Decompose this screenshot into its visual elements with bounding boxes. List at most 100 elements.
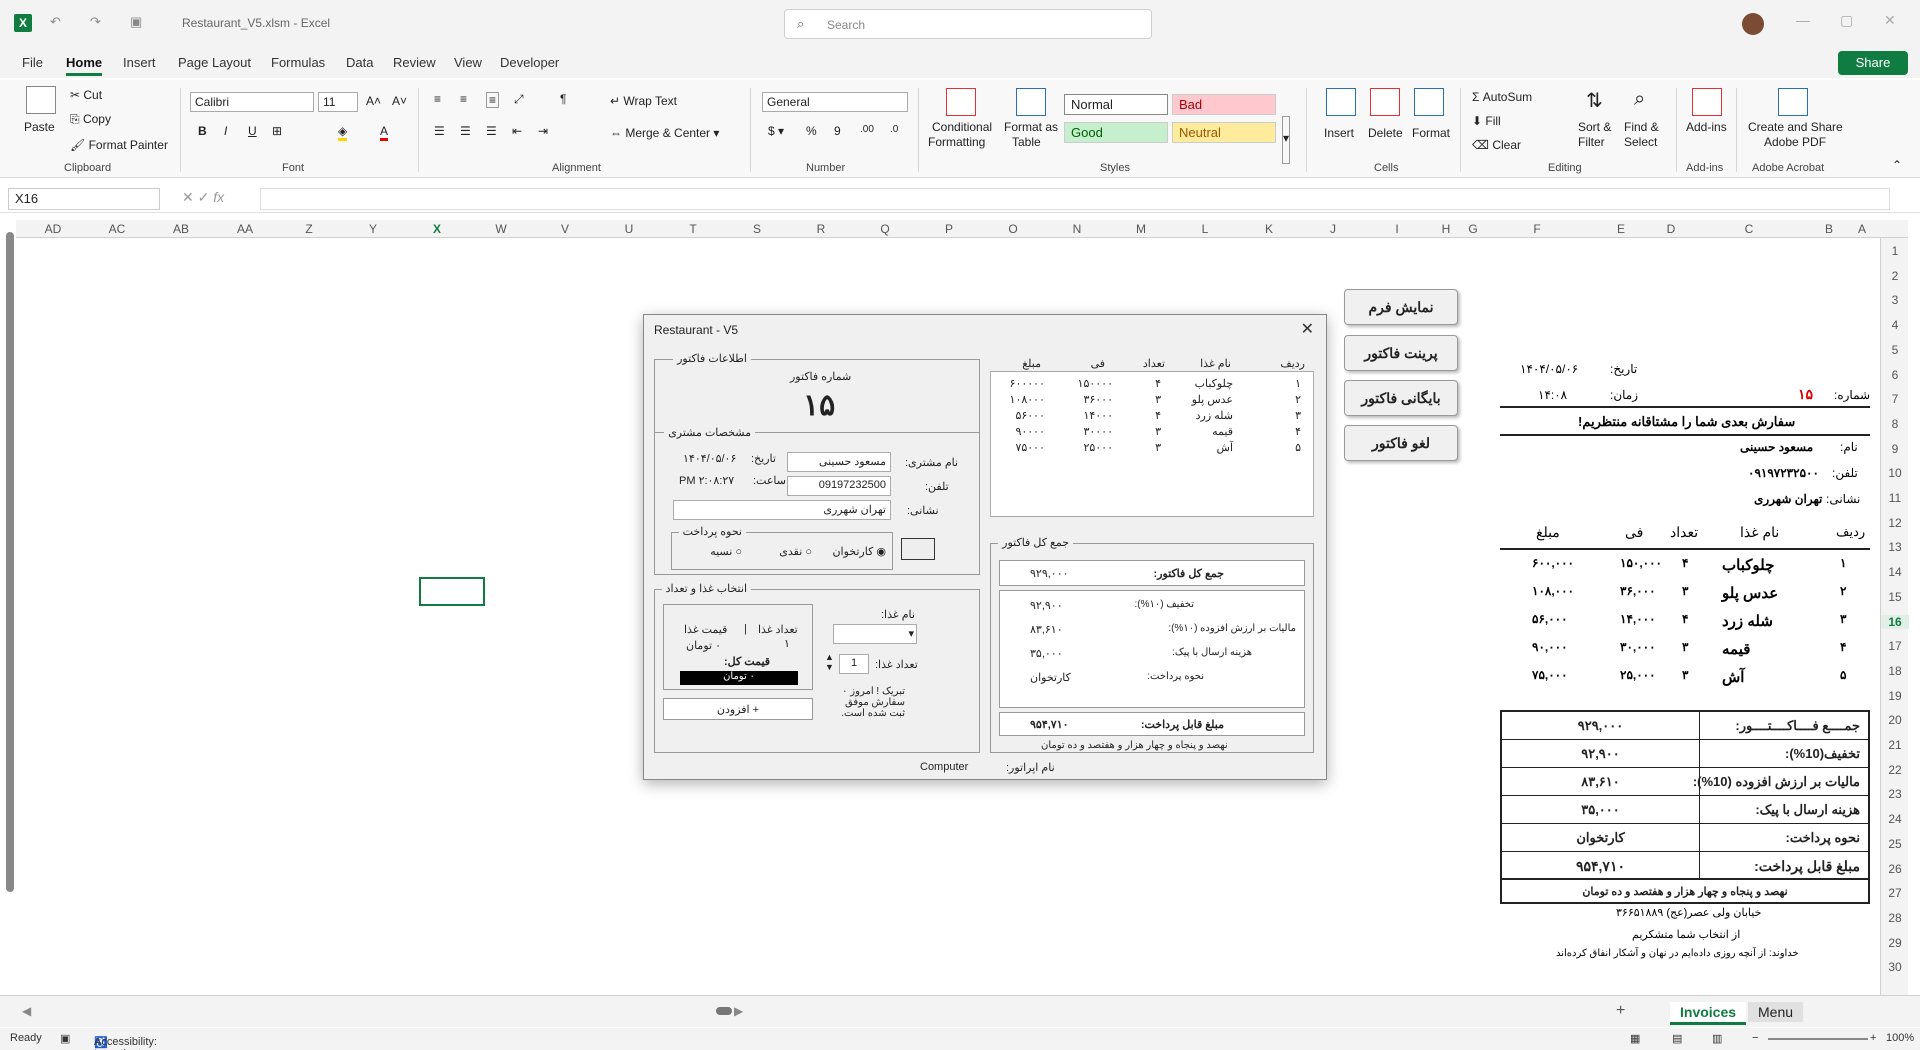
column-header-q[interactable]: Q [865, 222, 905, 236]
add-ins-button[interactable]: Add-ins [1686, 120, 1727, 134]
column-header-d[interactable]: D [1651, 222, 1691, 236]
column-header-m[interactable]: M [1121, 222, 1161, 236]
normal-view-icon[interactable]: ▦ [1630, 1032, 1640, 1045]
page-layout-view-icon[interactable]: ▤ [1672, 1032, 1682, 1045]
insert-cells-button[interactable]: Insert [1324, 126, 1354, 140]
style-neutral[interactable]: Neutral [1172, 122, 1276, 143]
find-select-label-2[interactable]: Select [1624, 135, 1657, 149]
selected-cell[interactable] [419, 577, 485, 606]
column-header-y[interactable]: Y [353, 222, 393, 236]
column-header-u[interactable]: U [609, 222, 649, 236]
align-bottom-icon[interactable]: ≡ [486, 92, 500, 108]
increase-font-icon[interactable]: A˄ [366, 94, 381, 108]
macro-record-icon[interactable]: ▣ [60, 1032, 70, 1045]
align-center-icon[interactable]: ☰ [460, 124, 471, 138]
percent-icon[interactable]: % [806, 124, 817, 138]
comma-icon[interactable]: 9 [834, 124, 841, 138]
column-header-p[interactable]: P [929, 222, 969, 236]
column-header-g[interactable]: G [1453, 222, 1493, 236]
cancel-invoice-button[interactable]: لغو فاکتور [1344, 425, 1458, 461]
share-button[interactable]: Share [1838, 51, 1908, 75]
maximize-icon[interactable]: ▢ [1840, 12, 1853, 29]
column-header-s[interactable]: S [737, 222, 777, 236]
column-header-l[interactable]: L [1185, 222, 1225, 236]
find-select-label-1[interactable]: Find & [1624, 120, 1659, 134]
borders-icon[interactable]: ⊞ [272, 124, 282, 138]
minimize-icon[interactable]: — [1796, 12, 1810, 28]
column-header-w[interactable]: W [481, 222, 521, 236]
column-header-o[interactable]: O [993, 222, 1033, 236]
row-header-18[interactable]: 18 [1881, 664, 1909, 678]
adobe-pdf-label-1[interactable]: Create and Share [1748, 120, 1843, 134]
sort-filter-label-1[interactable]: Sort & [1578, 120, 1611, 134]
column-header-ab[interactable]: AB [161, 222, 201, 236]
tab-page-layout[interactable]: Page Layout [178, 55, 251, 70]
zoom-in-icon[interactable]: + [1870, 1032, 1876, 1044]
tab-view[interactable]: View [454, 55, 482, 70]
conditional-formatting-label-1[interactable]: Conditional [932, 120, 992, 134]
row-header-21[interactable]: 21 [1881, 738, 1909, 752]
sheet-tab-menu[interactable]: Menu [1748, 1002, 1804, 1022]
column-header-z[interactable]: Z [289, 222, 329, 236]
collapse-ribbon-icon[interactable]: ⌃ [1892, 158, 1902, 172]
zoom-out-icon[interactable]: − [1752, 1032, 1758, 1044]
close-icon[interactable]: ✕ [1301, 319, 1314, 339]
clear-button[interactable]: ⌫ Clear [1472, 138, 1521, 152]
column-header-x[interactable]: X [417, 222, 457, 236]
row-header-1[interactable]: 1 [1881, 244, 1909, 258]
bold-icon[interactable]: B [198, 124, 207, 138]
column-header-a[interactable]: A [1842, 222, 1882, 236]
column-header-n[interactable]: N [1057, 222, 1097, 236]
add-sheet-icon[interactable]: + [1616, 1002, 1625, 1020]
currency-icon[interactable]: $ ▾ [768, 124, 784, 138]
row-header-27[interactable]: 27 [1881, 886, 1909, 900]
print-invoice-button[interactable]: پرینت فاکتور [1344, 335, 1458, 371]
text-direction-icon[interactable]: ¶ [560, 92, 566, 106]
scroll-left-icon[interactable]: ◀ [22, 1004, 31, 1018]
add-ins-icon[interactable] [1692, 88, 1722, 116]
align-left-icon[interactable]: ☰ [434, 124, 445, 138]
align-middle-icon[interactable]: ≡ [460, 92, 467, 106]
fill-color-icon[interactable]: ◈ [338, 124, 348, 141]
conditional-formatting-label-2[interactable]: Formatting [928, 135, 985, 149]
tab-review[interactable]: Review [393, 55, 436, 70]
column-header-e[interactable]: E [1601, 222, 1641, 236]
row-header-4[interactable]: 4 [1881, 318, 1909, 332]
conditional-formatting-icon[interactable] [946, 88, 976, 116]
tab-data[interactable]: Data [346, 55, 373, 70]
address-field[interactable]: تهران شهرری [673, 500, 891, 520]
autosum-button[interactable]: Σ AutoSum [1472, 90, 1532, 104]
orientation-icon[interactable]: ⤢ [514, 92, 524, 107]
page-break-view-icon[interactable]: ▥ [1712, 1032, 1722, 1045]
copy-button[interactable]: ⎘ Copy [70, 112, 111, 127]
font-name-select[interactable]: Calibri [190, 92, 314, 112]
column-header-i[interactable]: I [1377, 222, 1417, 236]
align-right-icon[interactable]: ☰ [486, 124, 497, 138]
format-cells-icon[interactable] [1414, 88, 1444, 116]
adobe-pdf-icon[interactable] [1778, 88, 1808, 116]
close-icon[interactable]: ✕ [1884, 12, 1896, 29]
decrease-decimal-icon[interactable]: .0 [890, 124, 898, 135]
search-box[interactable]: ⌕ Search [784, 9, 1152, 39]
show-form-button[interactable]: نمایش فرم [1344, 289, 1458, 325]
food-qty-field[interactable]: 1 [839, 654, 869, 674]
row-header-19[interactable]: 19 [1881, 689, 1909, 703]
insert-cells-icon[interactable] [1326, 88, 1356, 116]
find-select-icon[interactable]: ⌕ [1634, 88, 1645, 111]
row-header-3[interactable]: 3 [1881, 293, 1909, 307]
phone-field[interactable]: 09197232500 [787, 476, 891, 496]
tab-home[interactable]: Home [66, 55, 103, 76]
zoom-slider[interactable] [1768, 1038, 1868, 1040]
sort-filter-label-2[interactable]: Filter [1578, 135, 1605, 149]
row-header-17[interactable]: 17 [1881, 639, 1909, 653]
list-item[interactable]: ۱ چلوکباب ۴ ۱۵۰۰۰۰ ۶۰۰۰۰۰ [991, 376, 1313, 392]
style-good[interactable]: Good [1064, 122, 1168, 143]
redo-icon[interactable]: ↷ [90, 14, 101, 30]
column-header-t[interactable]: T [673, 222, 713, 236]
italic-icon[interactable]: I [224, 124, 227, 138]
column-header-f[interactable]: F [1517, 222, 1557, 236]
fill-button[interactable]: ⬇ Fill [1472, 114, 1501, 128]
row-header-7[interactable]: 7 [1881, 392, 1909, 406]
column-header-ac[interactable]: AC [97, 222, 137, 236]
row-header-30[interactable]: 30 [1881, 960, 1909, 974]
